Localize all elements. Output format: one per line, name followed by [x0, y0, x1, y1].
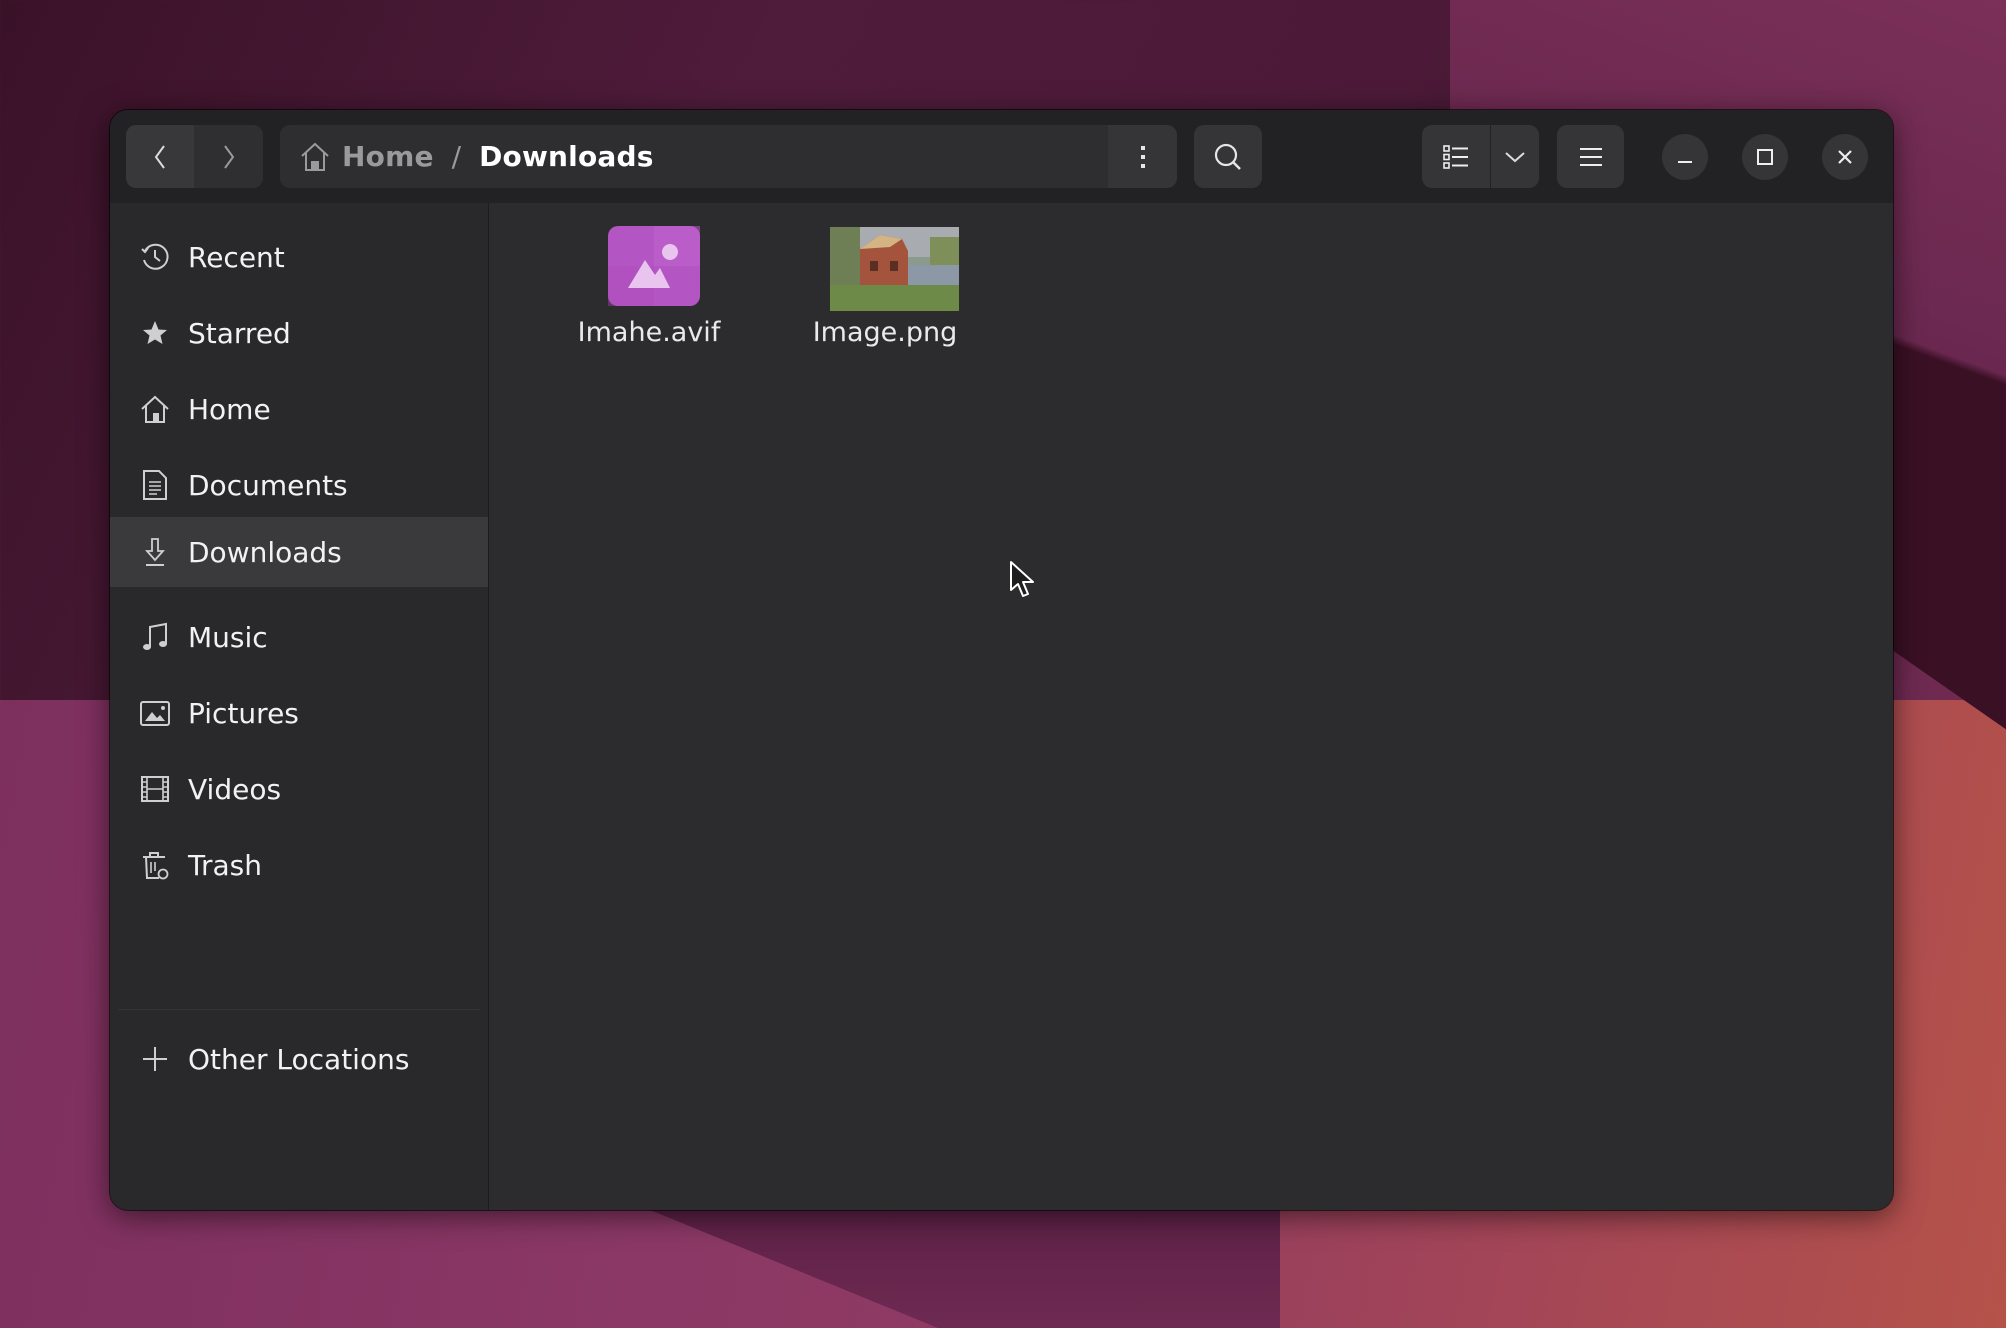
list-view-icon	[1443, 144, 1468, 169]
chevron-down-icon	[1505, 151, 1525, 162]
sidebar: Recent Starred Home Documents Downloads …	[110, 203, 489, 1210]
search-icon	[1214, 143, 1241, 170]
sidebar-item-home[interactable]: Home	[110, 374, 488, 444]
view-options-dropdown[interactable]	[1491, 125, 1539, 188]
sidebar-divider	[118, 1009, 480, 1010]
sidebar-item-label: Pictures	[188, 696, 299, 730]
sidebar-item-label: Downloads	[188, 535, 342, 569]
chevron-right-icon	[223, 144, 234, 169]
trash-icon	[139, 849, 171, 881]
minimize-button[interactable]	[1662, 134, 1708, 180]
sidebar-item-videos[interactable]: Videos	[110, 754, 488, 824]
document-icon	[139, 469, 171, 501]
breadcrumb-downloads[interactable]: Downloads	[479, 140, 654, 173]
home-icon	[139, 393, 171, 425]
breadcrumb-home[interactable]: Home	[342, 140, 434, 173]
sidebar-item-documents[interactable]: Documents	[110, 450, 488, 520]
home-icon	[301, 142, 329, 171]
close-button[interactable]	[1822, 134, 1868, 180]
sidebar-item-trash[interactable]: Trash	[110, 830, 488, 900]
file-item-image-png[interactable]: Image.png	[775, 221, 995, 381]
file-item-imahe-avif[interactable]: Imahe.avif	[539, 221, 759, 381]
list-view-button[interactable]	[1422, 125, 1490, 188]
sidebar-item-label: Starred	[188, 316, 291, 350]
search-button[interactable]	[1194, 125, 1262, 188]
hamburger-menu-icon	[1579, 147, 1602, 166]
header-bar: Home / Downloads	[110, 110, 1893, 203]
minimize-icon	[1678, 161, 1692, 163]
path-bar[interactable]: Home / Downloads	[280, 125, 1108, 188]
sidebar-item-label: Other Locations	[188, 1042, 410, 1076]
back-button[interactable]	[126, 125, 194, 188]
chevron-left-icon	[154, 144, 165, 169]
sidebar-item-label: Home	[188, 392, 271, 426]
download-icon	[139, 536, 171, 568]
sidebar-item-label: Documents	[188, 468, 348, 502]
star-icon	[139, 317, 171, 349]
file-manager-window: Home / Downloads Recent Starred Home Doc…	[110, 110, 1893, 1210]
sidebar-item-label: Videos	[188, 772, 282, 806]
path-menu-button[interactable]	[1108, 125, 1177, 188]
film-icon	[139, 773, 171, 805]
sidebar-item-label: Music	[188, 620, 268, 654]
main-menu-button[interactable]	[1557, 125, 1624, 188]
breadcrumb-separator: /	[451, 140, 462, 173]
picture-icon	[139, 697, 171, 729]
maximize-button[interactable]	[1742, 134, 1788, 180]
sidebar-item-label: Trash	[188, 848, 262, 882]
forward-button[interactable]	[194, 125, 263, 188]
close-icon	[1838, 150, 1852, 164]
file-name: Imahe.avif	[577, 317, 721, 348]
file-name: Image.png	[812, 317, 958, 348]
sidebar-item-other-locations[interactable]: Other Locations	[110, 1024, 488, 1094]
file-view[interactable]: Imahe.avif Image.png	[489, 203, 1893, 1210]
sidebar-item-pictures[interactable]: Pictures	[110, 678, 488, 748]
sidebar-item-music[interactable]: Music	[110, 602, 488, 672]
music-note-icon	[139, 621, 171, 653]
maximize-icon	[1757, 149, 1773, 165]
image-file-icon	[608, 226, 700, 306]
sidebar-item-recent[interactable]: Recent	[110, 222, 488, 292]
vertical-dots-icon	[1140, 145, 1145, 168]
sidebar-item-label: Recent	[188, 240, 285, 274]
sidebar-item-downloads[interactable]: Downloads	[110, 517, 488, 587]
image-thumbnail	[830, 227, 959, 311]
sidebar-item-starred[interactable]: Starred	[110, 298, 488, 368]
clock-icon	[139, 241, 171, 273]
plus-icon	[139, 1043, 171, 1075]
mouse-pointer-icon	[1010, 561, 1034, 597]
